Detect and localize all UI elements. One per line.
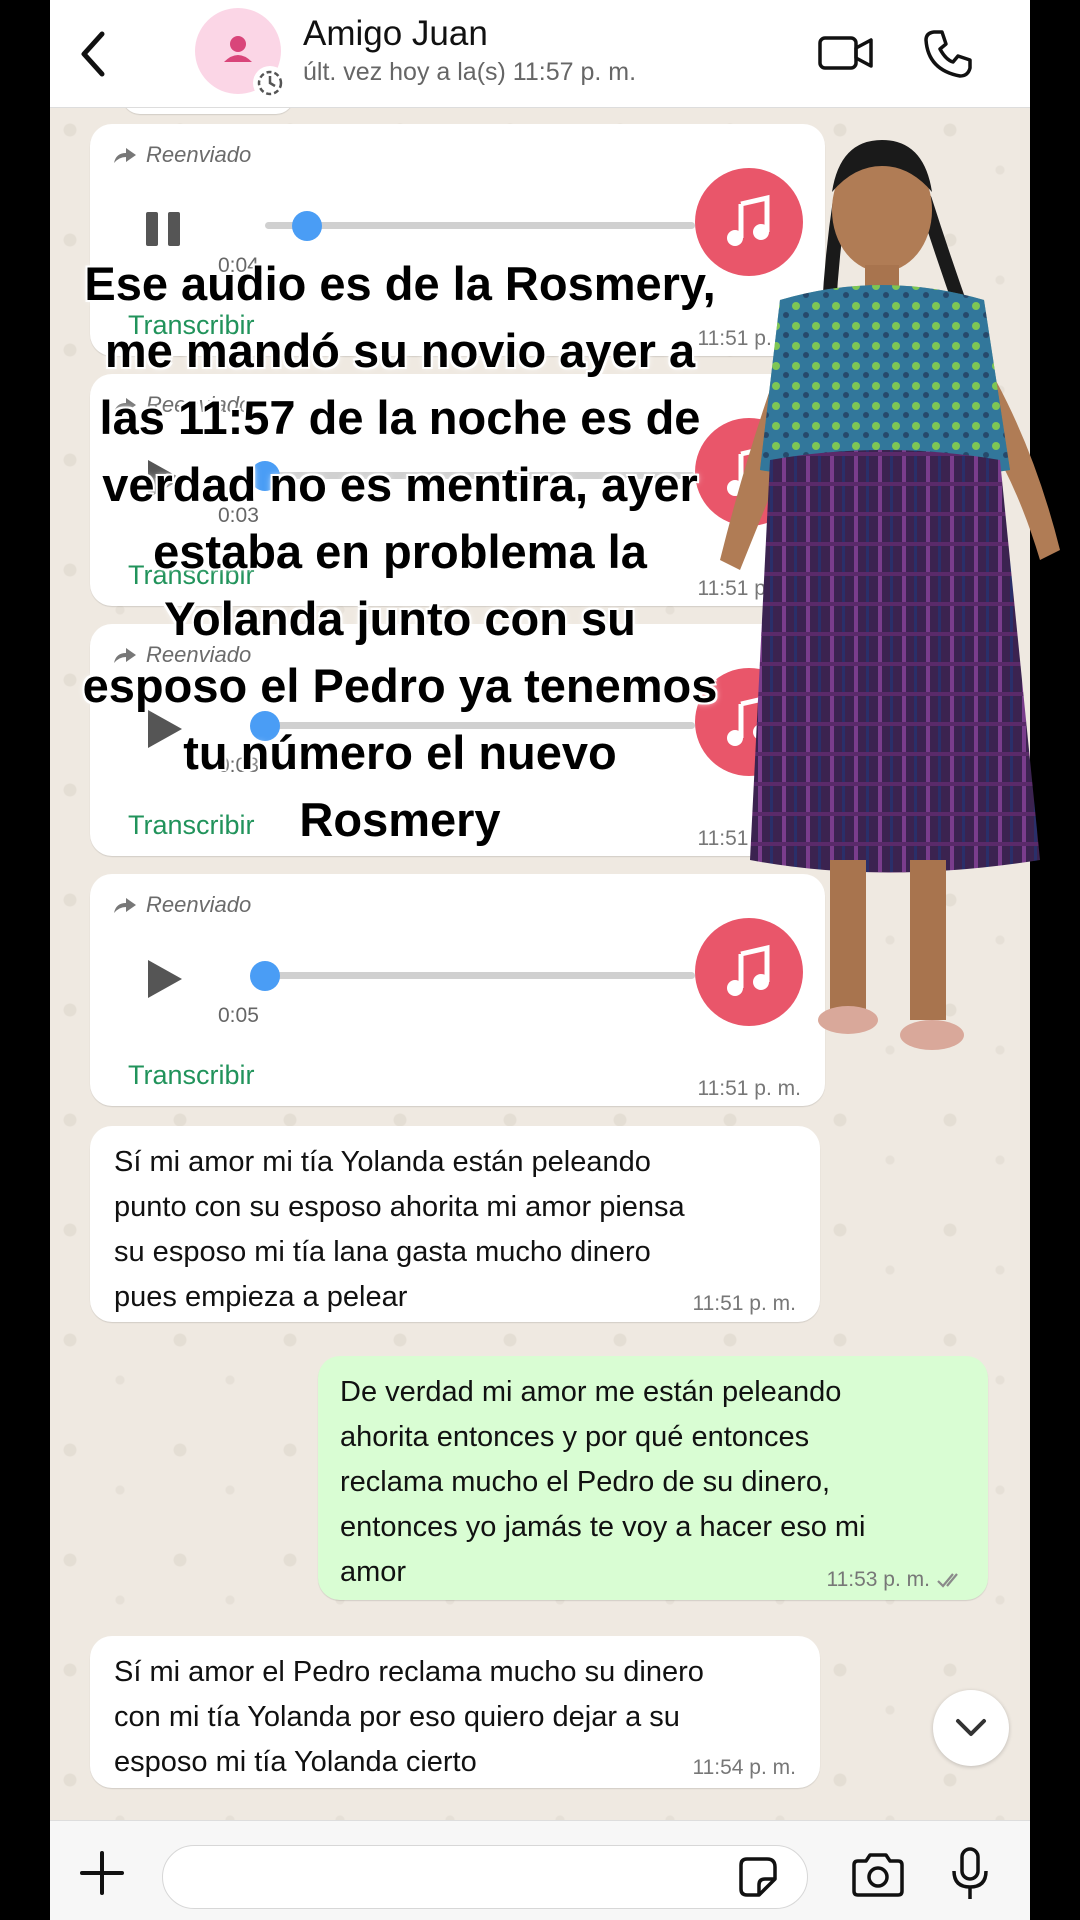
message-time: 11:54 p. m. [692,1756,796,1779]
camera-icon [852,1853,904,1897]
message-composer [50,1820,1030,1920]
play-icon [148,960,182,998]
audio-progress-track[interactable] [265,972,695,979]
person-cutout-image [710,140,1080,1090]
message-input[interactable] [162,1845,808,1909]
disappearing-timer-icon [253,66,287,100]
sticker-button[interactable] [735,1855,779,1899]
message-time: 11:51 p. m. [692,1292,796,1315]
message-text: De verdad mi amor me están peleando ahor… [340,1376,866,1588]
outgoing-message: De verdad mi amor me están peleando ahor… [318,1356,988,1600]
forwarded-label: Reenviado [112,892,251,918]
last-seen-status: últ. vez hoy a la(s) 11:57 p. m. [303,58,637,86]
audio-progress-knob[interactable] [292,211,322,241]
video-call-button[interactable] [818,32,874,74]
voice-record-button[interactable] [950,1845,990,1903]
video-caption-overlay: Ese audio es de la Rosmery, me mandó su … [82,257,718,846]
message-text: Sí mi amor el Pedro reclama mucho su din… [114,1656,704,1778]
contact-name[interactable]: Amigo Juan [303,14,488,54]
forwarded-label: Reenviado [112,142,251,168]
chevron-down-icon [956,1719,986,1736]
transcribe-link[interactable]: Transcribir [128,1060,255,1091]
pause-button[interactable] [142,204,186,254]
voice-call-button[interactable] [922,28,974,80]
message-time: 11:53 p. m. [826,1568,964,1592]
pause-icon [146,212,180,246]
message-text: Sí mi amor mi tía Yolanda están peleando… [114,1146,685,1313]
attach-button[interactable] [78,1849,126,1897]
sticker-icon [739,1857,777,1897]
back-button[interactable] [74,26,114,82]
camera-button[interactable] [850,1851,906,1899]
incoming-message: Sí mi amor el Pedro reclama mucho su din… [90,1636,820,1788]
scroll-to-bottom-button[interactable] [933,1690,1009,1766]
forward-arrow-icon [114,148,136,163]
forward-arrow-icon [114,898,136,913]
chevron-left-icon [81,31,105,77]
incoming-message: Sí mi amor mi tía Yolanda están peleando… [90,1126,820,1322]
microphone-icon [952,1847,988,1899]
video-camera-icon [818,36,873,70]
plus-icon [80,1851,124,1895]
audio-progress-knob[interactable] [250,961,280,991]
play-button[interactable] [142,954,186,1004]
phone-icon [924,30,972,78]
audio-progress-track[interactable] [265,222,695,229]
double-check-icon [937,1573,958,1588]
avatar[interactable] [195,8,287,100]
chat-header: Amigo Juan últ. vez hoy a la(s) 11:57 p.… [50,0,1030,108]
audio-duration: 0:05 [218,1004,259,1027]
